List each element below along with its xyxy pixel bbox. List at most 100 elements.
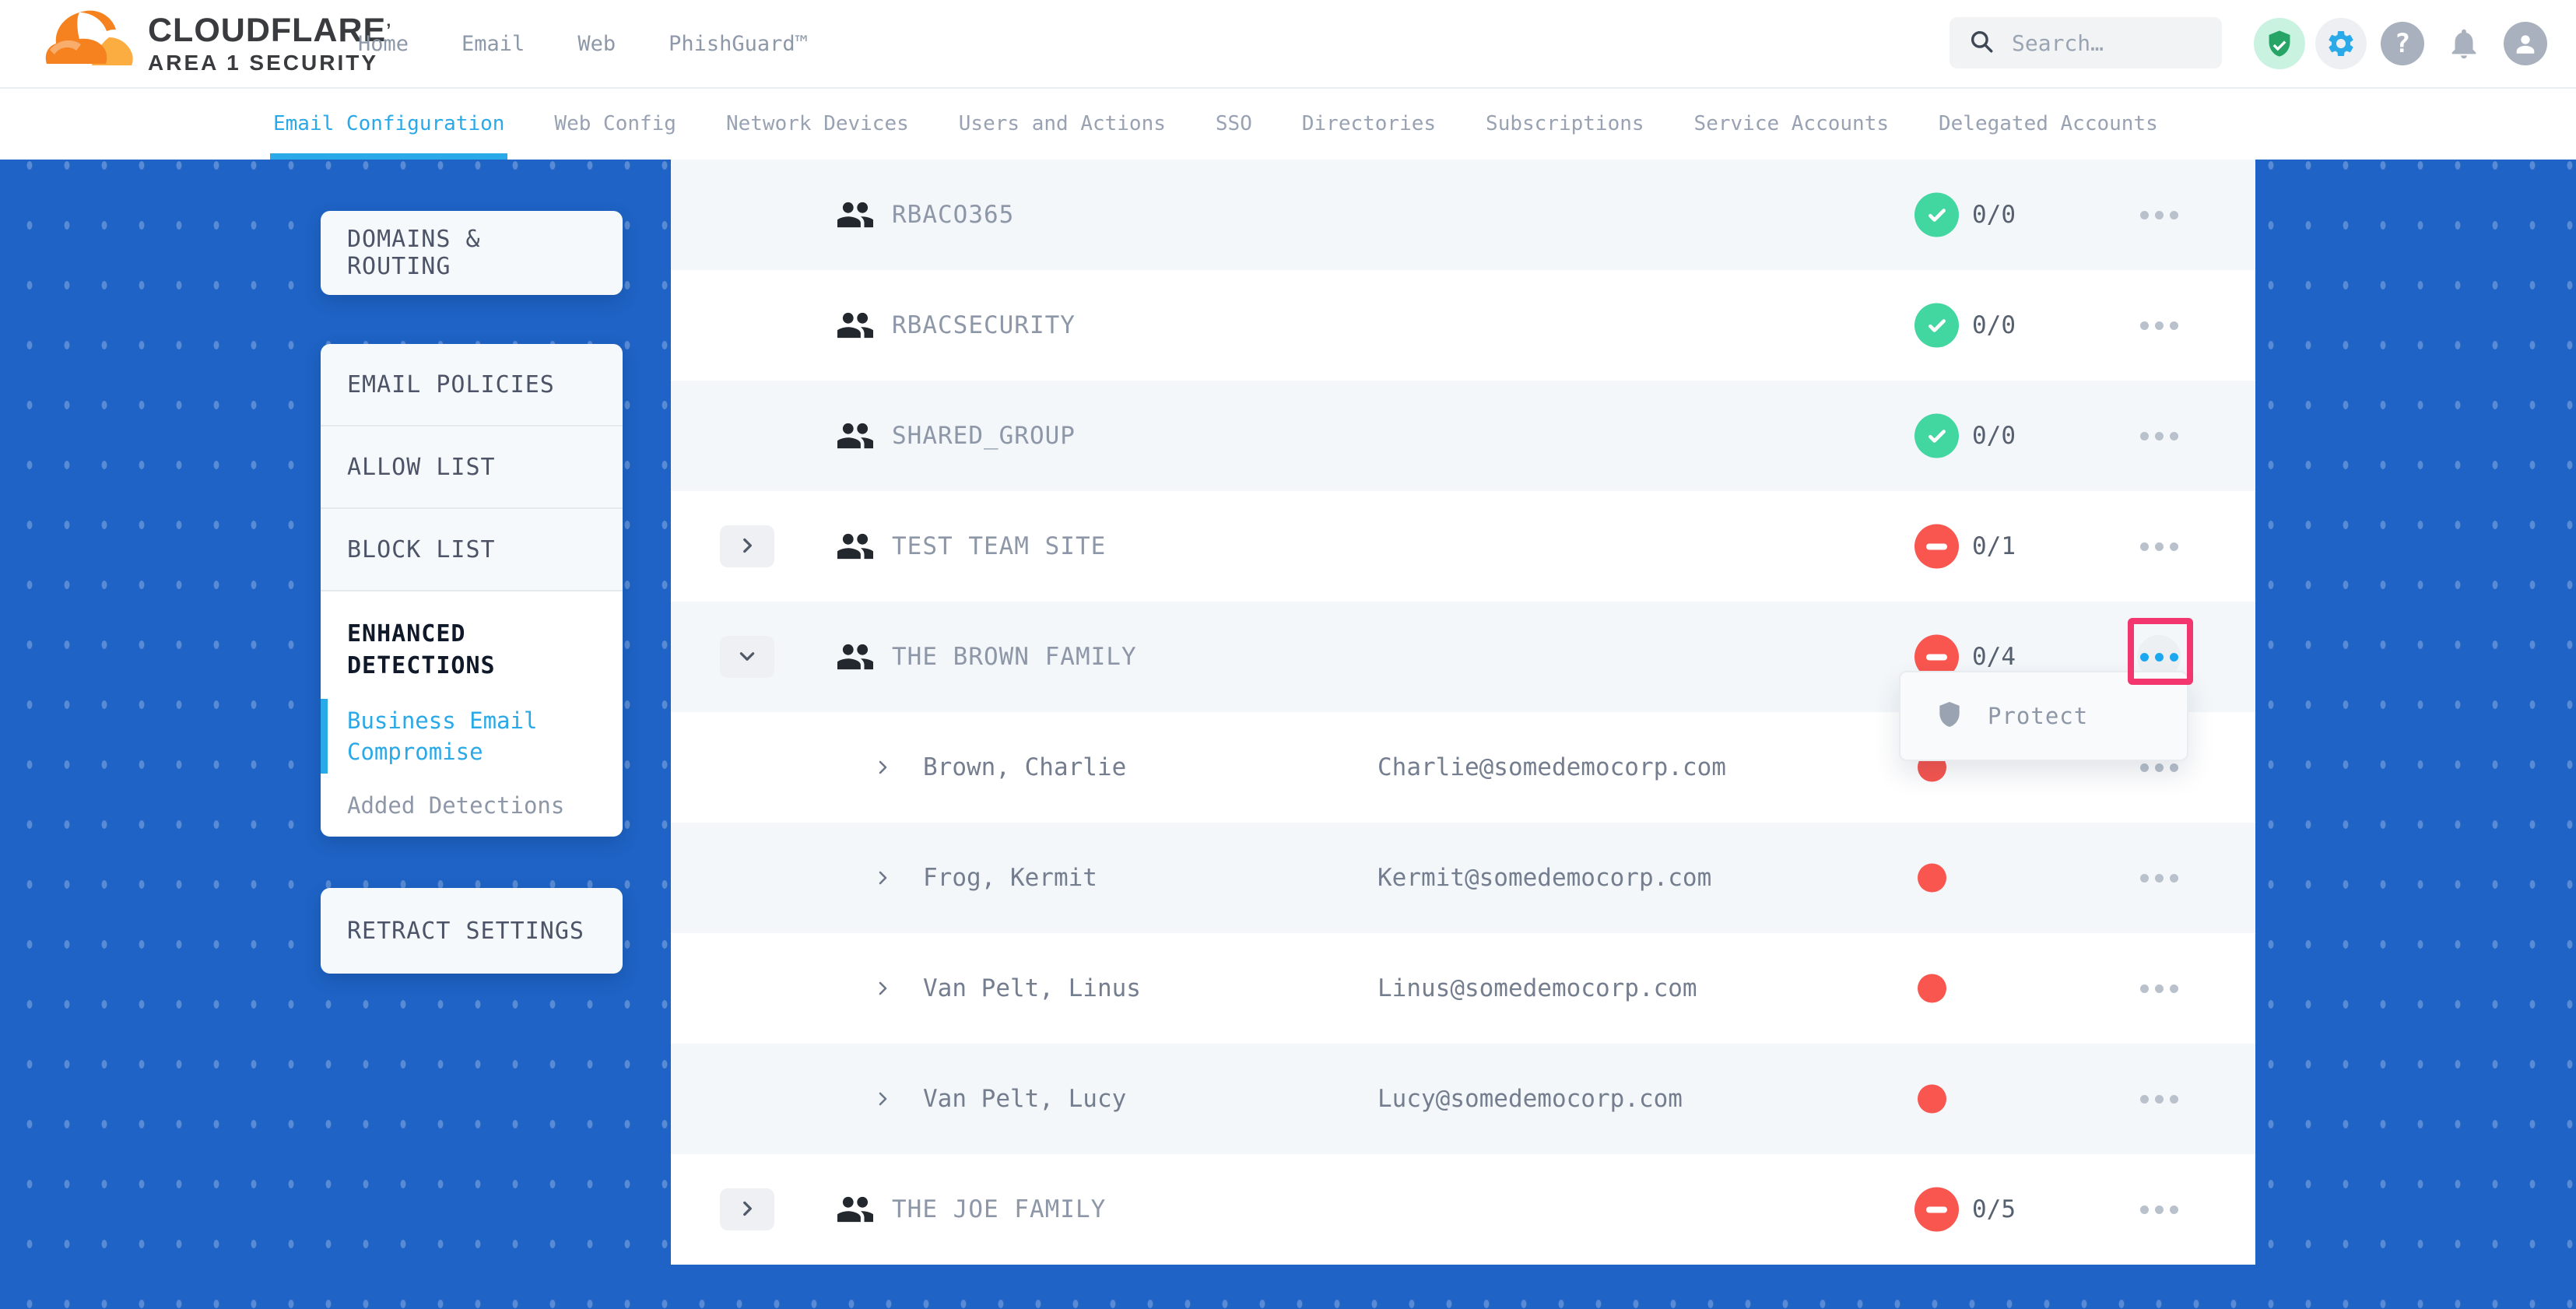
status-unprotected-dot (1918, 864, 1946, 893)
menu-item-protect[interactable]: Protect (1988, 703, 2088, 729)
header-icons (2254, 18, 2551, 69)
sidebar-item-business-email-compromise[interactable]: Business Email Compromise (347, 705, 542, 767)
member-email: Charlie@somedemocorp.com (1377, 753, 1726, 781)
member-name[interactable]: Brown, Charlie (923, 753, 1126, 781)
chevron-right-icon[interactable] (873, 1090, 892, 1108)
cloudflare-logo[interactable]: CLOUDFLARE’ AREA 1 SECURITY (44, 6, 391, 78)
member-name[interactable]: Van Pelt, Linus (923, 974, 1141, 1002)
tab-sso[interactable]: SSO (1216, 87, 1252, 160)
primary-nav: Home Email Web PhishGuard™ (358, 0, 808, 87)
sidebar-item-domains-routing[interactable]: DOMAINS & ROUTING (321, 211, 623, 295)
group-name[interactable]: RBACO365 (892, 201, 1014, 229)
chevron-right-icon[interactable] (873, 979, 892, 998)
search-box[interactable] (1950, 17, 2222, 68)
member-name[interactable]: Frog, Kermit (923, 864, 1097, 892)
nav-item-web[interactable]: Web (577, 32, 616, 56)
chevron-right-icon (737, 1198, 757, 1221)
sidebar-item-email-policies[interactable]: EMAIL POLICIES (321, 344, 623, 426)
group-icon (837, 1195, 873, 1224)
status-unprotected-dot (1918, 1085, 1946, 1114)
chevron-right-icon[interactable] (873, 758, 892, 777)
protected-count: 0/0 (1972, 201, 2016, 229)
expand-button[interactable] (720, 525, 774, 567)
tab-service-accounts[interactable]: Service Accounts (1694, 87, 1889, 160)
nav-item-phishguard[interactable]: PhishGuard™ (669, 32, 808, 56)
sidebar-item-allow-list[interactable]: ALLOW LIST (321, 426, 623, 509)
group-icon (837, 532, 873, 561)
status-protected-icon (1914, 304, 1959, 348)
group-icon (837, 642, 873, 672)
row-menu-button[interactable] (2137, 193, 2181, 237)
help-icon[interactable] (2377, 18, 2428, 69)
row-menu-button[interactable] (2137, 525, 2181, 568)
table-row-group: SHARED_GROUP 0/0 (671, 381, 2255, 491)
group-icon (837, 200, 873, 230)
sidebar-item-label: DOMAINS & ROUTING (347, 226, 596, 280)
group-icon (837, 421, 873, 451)
chevron-right-icon[interactable] (873, 869, 892, 887)
status-protected-icon (1914, 193, 1959, 237)
top-header: CLOUDFLARE’ AREA 1 SECURITY Home Email W… (0, 0, 2576, 89)
cloudflare-cloud-icon (44, 6, 135, 75)
row-menu-button[interactable] (2137, 1077, 2181, 1121)
group-icon (837, 311, 873, 340)
tab-subscriptions[interactable]: Subscriptions (1486, 87, 1644, 160)
sidebar-item-enhanced-detections[interactable]: ENHANCED DETECTIONS (347, 618, 549, 682)
collapse-button[interactable] (720, 636, 774, 678)
table-row-group: THE JOE FAMILY 0/5 (671, 1154, 2255, 1265)
chevron-right-icon (737, 535, 757, 558)
row-menu-button[interactable] (2137, 967, 2181, 1010)
row-menu-button[interactable] (2137, 414, 2181, 458)
bell-icon[interactable] (2438, 18, 2490, 69)
status-unprotected-icon (1914, 525, 1959, 569)
group-name[interactable]: SHARED_GROUP (892, 422, 1076, 450)
tab-delegated-accounts[interactable]: Delegated Accounts (1939, 87, 2158, 160)
highlight-box (2128, 618, 2193, 685)
status-unprotected-dot (1918, 974, 1946, 1003)
group-name[interactable]: THE JOE FAMILY (892, 1195, 1106, 1223)
row-menu-button[interactable] (2137, 304, 2181, 347)
search-icon (1968, 28, 1995, 58)
row-menu-button[interactable] (2137, 1188, 2181, 1231)
table-row-member: Van Pelt, Lucy Lucy@somedemocorp.com (671, 1044, 2255, 1154)
sidebar-item-block-list[interactable]: BLOCK LIST (321, 509, 623, 591)
group-name[interactable]: TEST TEAM SITE (892, 532, 1106, 560)
shield-icon (1935, 698, 1964, 734)
sidebar-policies-card: EMAIL POLICIES ALLOW LIST BLOCK LIST ENH… (321, 344, 623, 837)
protected-count: 0/0 (1972, 311, 2016, 339)
search-input[interactable] (2010, 30, 2203, 57)
nav-item-home[interactable]: Home (358, 32, 409, 56)
section-tabs: Email Configuration Web Config Network D… (0, 87, 2576, 160)
tab-directories[interactable]: Directories (1302, 87, 1436, 160)
protected-count: 0/1 (1972, 532, 2016, 560)
protected-count: 0/0 (1972, 422, 2016, 450)
status-protected-icon (1914, 414, 1959, 458)
table-row-group: RBACSECURITY 0/0 (671, 270, 2255, 381)
tab-network-devices[interactable]: Network Devices (726, 87, 909, 160)
tab-users-and-actions[interactable]: Users and Actions (959, 87, 1166, 160)
nav-item-email[interactable]: Email (462, 32, 525, 56)
sidebar-item-label: RETRACT SETTINGS (347, 918, 584, 945)
tab-email-configuration[interactable]: Email Configuration (273, 87, 504, 160)
sidebar-item-added-detections[interactable]: Added Detections (347, 792, 596, 819)
shield-check-icon[interactable] (2254, 18, 2305, 69)
group-name[interactable]: THE BROWN FAMILY (892, 643, 1137, 671)
protected-count: 0/4 (1972, 643, 2016, 671)
account-icon[interactable] (2500, 18, 2551, 69)
member-email: Kermit@somedemocorp.com (1377, 864, 1711, 892)
status-unprotected-icon (1914, 1188, 1959, 1232)
sidebar-item-retract-settings[interactable]: RETRACT SETTINGS (321, 888, 623, 974)
group-name[interactable]: RBACSECURITY (892, 311, 1076, 339)
brand-subtitle: AREA 1 SECURITY (148, 48, 391, 78)
gear-icon[interactable] (2315, 18, 2367, 69)
table-row-group: RBACO365 0/0 (671, 160, 2255, 270)
member-name[interactable]: Van Pelt, Lucy (923, 1085, 1126, 1113)
sidebar-section-enhanced-detections: ENHANCED DETECTIONS Business Email Compr… (321, 591, 623, 835)
table-row-member: Van Pelt, Linus Linus@somedemocorp.com (671, 933, 2255, 1044)
app-window: CLOUDFLARE’ AREA 1 SECURITY Home Email W… (0, 0, 2576, 1309)
brand-name: CLOUDFLARE’ (148, 12, 391, 48)
member-email: Lucy@somedemocorp.com (1377, 1085, 1683, 1113)
expand-button[interactable] (720, 1188, 774, 1230)
tab-web-config[interactable]: Web Config (554, 87, 676, 160)
row-menu-button[interactable] (2137, 856, 2181, 900)
